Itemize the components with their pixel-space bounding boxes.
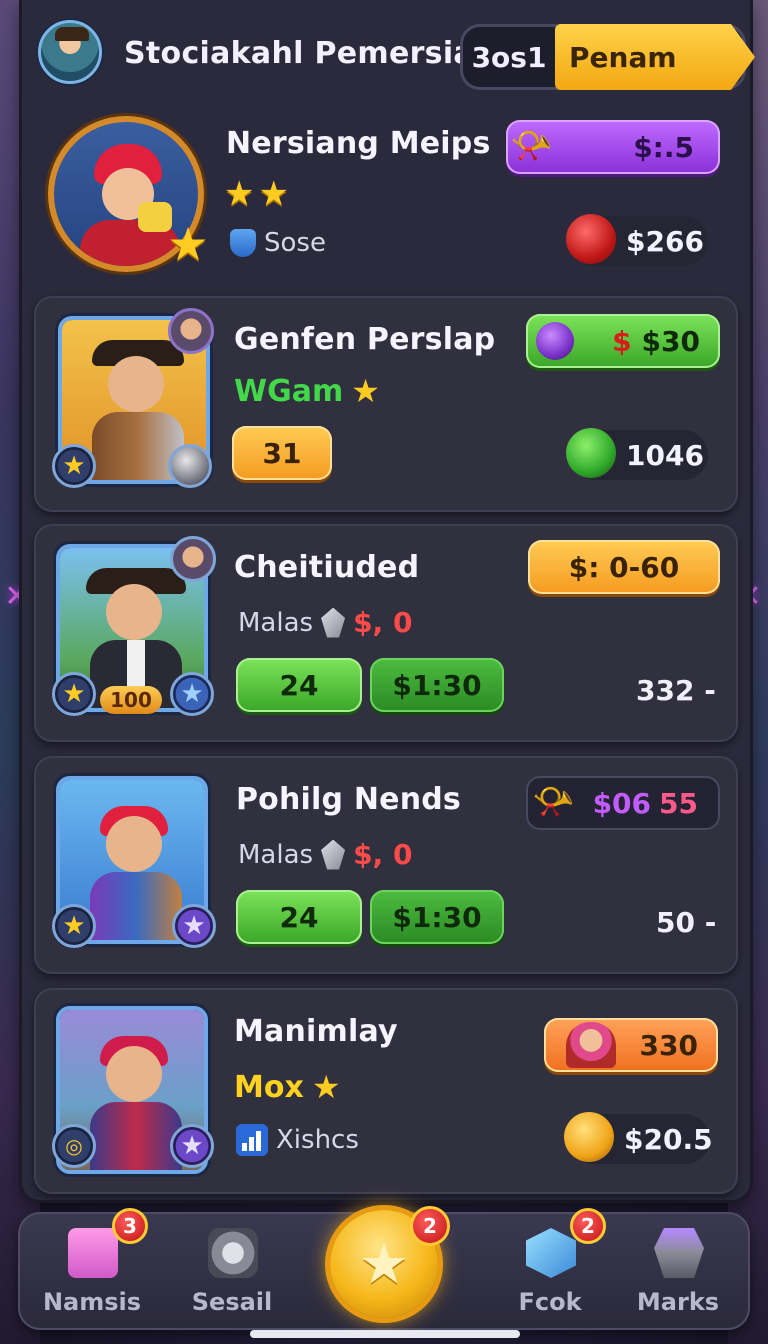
anvil-icon [654, 1228, 704, 1278]
stock-count: 50 - [656, 906, 717, 939]
hero-subtitle-label: Malas [238, 607, 314, 638]
currency-amount: $266 [626, 224, 704, 258]
nav-item-label: Sesail [191, 1288, 273, 1316]
list-item[interactable]: ◎ ★ Manimlay Mox ★ Xishcs 330 $20.5 [34, 988, 738, 1194]
gold-coin-icon [564, 1112, 614, 1162]
hero-tag: Mox ★ [234, 1068, 341, 1106]
price-button[interactable]: $ $30 [526, 314, 720, 368]
list-item[interactable]: ★ 100 ★ Cheitiuded Malas $, 0 24 $1:30 $… [34, 524, 738, 742]
buy-button[interactable]: $1:30 [370, 658, 504, 712]
quantity-button[interactable]: 24 [236, 658, 362, 712]
nav-item-namsis[interactable]: 3 Namsis [32, 1208, 152, 1330]
star-icon: ★ [52, 904, 96, 948]
star-icon: ★ [358, 1231, 410, 1297]
nav-item-fcok[interactable]: 2 Fcok [490, 1208, 610, 1330]
toggle-left-option[interactable]: 3os1 [463, 27, 555, 87]
gem-orb-icon [536, 322, 574, 360]
emerald-orb-icon [566, 428, 616, 478]
hero-subtitle-label: Malas [238, 839, 314, 870]
rating-stars: ★★ [224, 174, 293, 214]
hero-subtitle: Malas $, 0 [238, 606, 412, 639]
star-icon: ★ [52, 444, 96, 488]
currency-amount: $20.5 [624, 1122, 713, 1156]
hero-name: Genfen Perslap [234, 322, 496, 357]
notification-badge: 2 [410, 1206, 450, 1246]
shield-icon [230, 229, 256, 257]
currency-value: $266 [566, 214, 708, 266]
currency-amount: 1046 [626, 438, 704, 472]
hero-tag-label: Mox [234, 1069, 304, 1105]
owner-avatar [170, 536, 216, 582]
price-label: 330 [639, 1028, 698, 1062]
hero-tag-label: WGam [234, 373, 344, 409]
orb-badge-icon [168, 444, 212, 488]
nav-item-sesail[interactable]: Sesail [172, 1212, 292, 1330]
nav-item-label: Marks [636, 1288, 720, 1316]
currency-value: $20.5 [564, 1112, 713, 1164]
hero-thumb-icon [566, 1022, 616, 1068]
price-label: $06 [592, 786, 652, 820]
star-icon: ★ [351, 372, 380, 410]
home-indicator[interactable] [250, 1330, 520, 1338]
price-button[interactable]: 📯 $:.5 [506, 120, 720, 174]
price-button[interactable]: 330 [544, 1018, 718, 1072]
hero-subtitle-value: $, 0 [353, 606, 413, 639]
nav-item-label: Fcok [518, 1288, 582, 1316]
price-extra: 55 [659, 786, 698, 820]
star-icon: ★ [172, 904, 216, 948]
hero-subtitle-label: Sose [264, 228, 326, 258]
list-item[interactable]: ★ Genfen Perslap WGam ★ 31 $ $30 1046 [34, 296, 738, 512]
crystal-icon [321, 607, 346, 638]
horn-icon: 📯 [510, 126, 553, 166]
star-icon: ★ [167, 217, 209, 271]
buy-button[interactable]: $1:30 [370, 890, 504, 944]
gift-icon [68, 1228, 118, 1278]
stock-count: 332 - [636, 674, 716, 707]
level-button[interactable]: 31 [232, 426, 332, 480]
coin-badge-icon: ◎ [52, 1124, 96, 1168]
hero-subtitle-value: $, 0 [353, 838, 413, 871]
hero-tag: WGam ★ [234, 372, 380, 410]
machine-icon [208, 1228, 258, 1278]
star-icon: ★ [311, 1068, 341, 1106]
player-avatar[interactable] [38, 20, 102, 84]
hero-subtitle-label: Xishcs [276, 1125, 359, 1155]
price-button[interactable]: 📯 $06 55 [526, 776, 720, 830]
signal-bars-icon [236, 1124, 268, 1156]
currency-value: 1046 [566, 428, 708, 480]
notification-badge: 2 [570, 1208, 606, 1244]
price-button[interactable]: $: 0-60 [528, 540, 720, 594]
list-item[interactable]: ★ Nersiang Meips ★★ Sose 📯 $:.5 $266 [34, 108, 738, 288]
hero-subtitle: Sose [230, 228, 326, 258]
mode-toggle[interactable]: 3os1 Penam [460, 24, 755, 90]
horn-icon: 📯 [532, 782, 575, 822]
star-icon: ★ [52, 672, 96, 716]
star-icon: ★ [170, 1124, 214, 1168]
hero-name: Pohilg Nends [236, 782, 461, 817]
list-item[interactable]: ★ ★ Pohilg Nends Malas $, 0 24 $1:30 📯 $… [34, 756, 738, 974]
hero-name: Cheitiuded [234, 550, 420, 585]
header: Stociakahl Pemersia 3os1 Penam [38, 14, 755, 98]
owner-avatar [168, 308, 214, 354]
ruby-orb-icon [566, 214, 616, 264]
hero-subtitle: Malas $, 0 [238, 838, 412, 871]
star-icon: ★ [170, 672, 214, 716]
price-label: $:.5 [633, 130, 694, 164]
level-badge: 100 [100, 686, 162, 714]
page-title: Stociakahl Pemersia [124, 36, 474, 71]
nav-item-marks[interactable]: Marks [618, 1212, 738, 1330]
notification-badge: 3 [112, 1208, 148, 1244]
hero-name: Manimlay [234, 1014, 398, 1049]
hero-subtitle: Xishcs [236, 1124, 359, 1156]
crystal-icon [321, 839, 346, 870]
price-label: $30 [641, 324, 700, 358]
price-currency: $ [612, 324, 632, 358]
nav-item-label: Namsis [42, 1288, 142, 1316]
hero-name: Nersiang Meips [226, 126, 491, 161]
cube-icon [526, 1228, 576, 1278]
quantity-button[interactable]: 24 [236, 890, 362, 944]
toggle-right-option[interactable]: Penam [555, 24, 755, 90]
